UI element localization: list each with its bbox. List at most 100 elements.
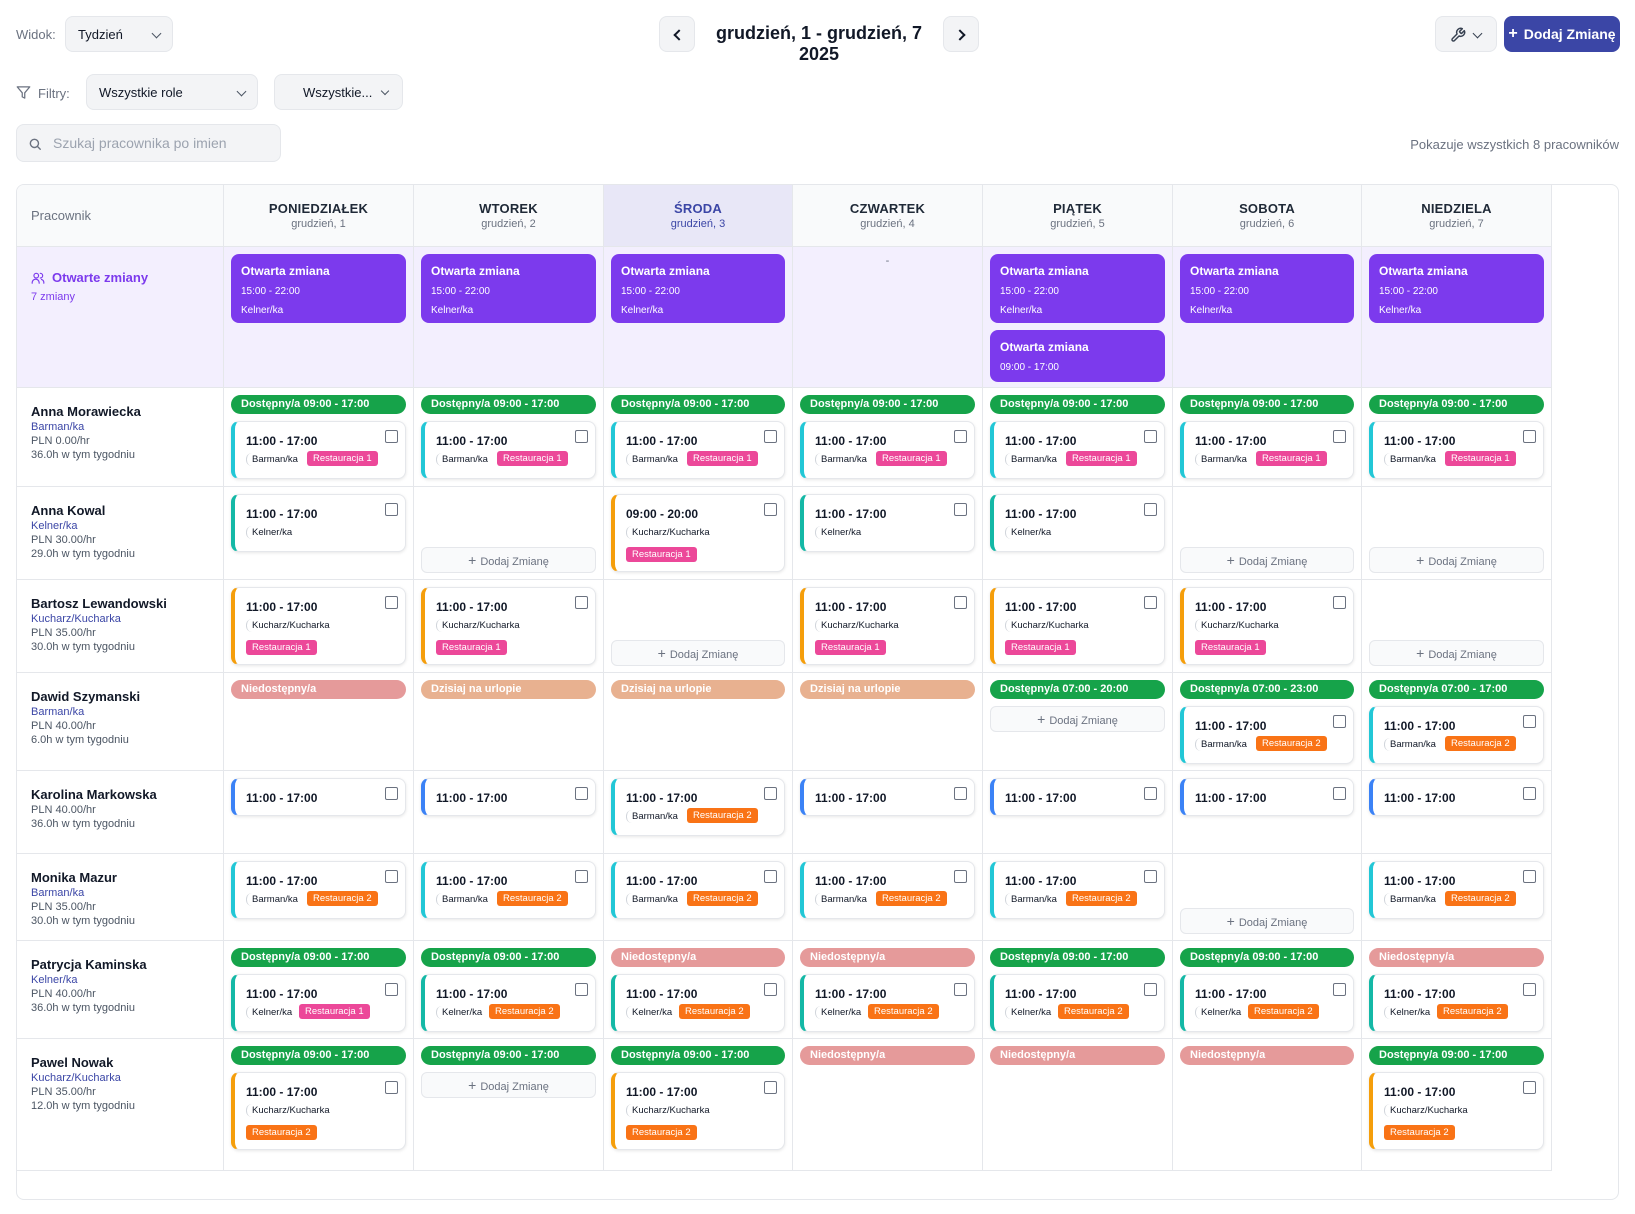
shift-select-checkbox[interactable] bbox=[954, 596, 967, 609]
shift-select-checkbox[interactable] bbox=[575, 787, 588, 800]
add-shift-cell-button[interactable]: + Dodaj Zmianę bbox=[1369, 640, 1544, 666]
shift-select-checkbox[interactable] bbox=[575, 430, 588, 443]
shift-select-checkbox[interactable] bbox=[385, 870, 398, 883]
shift-select-checkbox[interactable] bbox=[954, 503, 967, 516]
open-shift-card[interactable]: Otwarta zmiana 15:00 - 22:00 Kelner/ka bbox=[990, 254, 1165, 323]
add-shift-cell-button[interactable]: + Dodaj Zmianę bbox=[421, 1072, 596, 1098]
shift-select-checkbox[interactable] bbox=[1333, 787, 1346, 800]
open-shifts-label[interactable]: Otwarte zmiany bbox=[31, 270, 148, 285]
shift-select-checkbox[interactable] bbox=[575, 870, 588, 883]
shift-card[interactable]: 11:00 - 17:00 Barman/ka Restauracja 2 bbox=[800, 861, 975, 919]
shift-card[interactable]: 11:00 - 17:00 bbox=[990, 778, 1165, 816]
shift-select-checkbox[interactable] bbox=[1523, 983, 1536, 996]
shift-select-checkbox[interactable] bbox=[764, 870, 777, 883]
shift-select-checkbox[interactable] bbox=[1523, 870, 1536, 883]
shift-card[interactable]: 11:00 - 17:00 bbox=[1369, 778, 1544, 816]
shift-card[interactable]: 11:00 - 17:00 Kelner/ka Restauracja 2 bbox=[1180, 974, 1354, 1032]
shift-card[interactable]: 11:00 - 17:00 Barman/ka Restauracja 1 bbox=[1180, 421, 1354, 479]
shift-card[interactable]: 09:00 - 20:00 Kucharz/Kucharka Restauracja… bbox=[611, 494, 785, 572]
shift-select-checkbox[interactable] bbox=[1144, 430, 1157, 443]
open-shift-card[interactable]: Otwarta zmiana 15:00 - 22:00 Kelner/ka bbox=[1180, 254, 1354, 323]
view-select[interactable]: Tydzień bbox=[65, 16, 173, 52]
shift-select-checkbox[interactable] bbox=[764, 1081, 777, 1094]
shift-card[interactable]: 11:00 - 17:00 Barman/ka Restauracja 2 bbox=[990, 861, 1165, 919]
employee-name[interactable]: Dawid Szymanski bbox=[31, 689, 140, 704]
shift-card[interactable]: 11:00 - 17:00 Barman/ka Restauracja 2 bbox=[1180, 706, 1354, 764]
shift-select-checkbox[interactable] bbox=[1523, 1081, 1536, 1094]
shift-select-checkbox[interactable] bbox=[954, 430, 967, 443]
open-shift-card[interactable]: Otwarta zmiana 15:00 - 22:00 Kelner/ka bbox=[611, 254, 785, 323]
employee-name[interactable]: Bartosz Lewandowski bbox=[31, 596, 167, 611]
employee-name[interactable]: Patrycja Kaminska bbox=[31, 957, 147, 972]
shift-card[interactable]: 11:00 - 17:00 Kelner/ka Restauracja 2 bbox=[800, 974, 975, 1032]
shift-select-checkbox[interactable] bbox=[1333, 715, 1346, 728]
employee-name[interactable]: Anna Kowal bbox=[31, 503, 105, 518]
shift-select-checkbox[interactable] bbox=[1333, 983, 1346, 996]
shift-card[interactable]: 11:00 - 17:00 Barman/ka Restauracja 1 bbox=[990, 421, 1165, 479]
employee-name[interactable]: Anna Morawiecka bbox=[31, 404, 141, 419]
shift-select-checkbox[interactable] bbox=[385, 983, 398, 996]
shift-card[interactable]: 11:00 - 17:00 bbox=[421, 778, 596, 816]
shift-card[interactable]: 11:00 - 17:00 Kucharz/Kucharka Restauracja… bbox=[990, 587, 1165, 665]
add-shift-cell-button[interactable]: + Dodaj Zmianę bbox=[1180, 908, 1354, 934]
shift-select-checkbox[interactable] bbox=[954, 787, 967, 800]
shift-select-checkbox[interactable] bbox=[1144, 787, 1157, 800]
shift-select-checkbox[interactable] bbox=[1144, 870, 1157, 883]
location-filter-select[interactable]: Wszystkie... bbox=[274, 74, 403, 110]
shift-select-checkbox[interactable] bbox=[1333, 596, 1346, 609]
open-shift-card[interactable]: Otwarta zmiana 09:00 - 17:00 bbox=[990, 330, 1165, 382]
shift-select-checkbox[interactable] bbox=[764, 787, 777, 800]
shift-card[interactable]: 11:00 - 17:00 Barman/ka Restauracja 2 bbox=[421, 861, 596, 919]
shift-card[interactable]: 11:00 - 17:00 bbox=[800, 778, 975, 816]
shift-select-checkbox[interactable] bbox=[385, 1081, 398, 1094]
shift-card[interactable]: 11:00 - 17:00 Barman/ka Restauracja 2 bbox=[1369, 706, 1544, 764]
tools-dropdown-button[interactable] bbox=[1435, 16, 1497, 52]
shift-card[interactable]: 11:00 - 17:00 Barman/ka Restauracja 1 bbox=[1369, 421, 1544, 479]
open-shift-card[interactable]: Otwarta zmiana 15:00 - 22:00 Kelner/ka bbox=[231, 254, 406, 323]
add-shift-cell-button[interactable]: + Dodaj Zmianę bbox=[990, 706, 1165, 732]
shift-card[interactable]: 11:00 - 17:00 Kelner/ka bbox=[800, 494, 975, 552]
shift-card[interactable]: 11:00 - 17:00 Kucharz/Kucharka Restauracja… bbox=[231, 587, 406, 665]
shift-select-checkbox[interactable] bbox=[385, 430, 398, 443]
shift-card[interactable]: 11:00 - 17:00 Barman/ka Restauracja 2 bbox=[1369, 861, 1544, 919]
shift-select-checkbox[interactable] bbox=[764, 430, 777, 443]
shift-card[interactable]: 11:00 - 17:00 Kelner/ka Restauracja 2 bbox=[611, 974, 785, 1032]
prev-week-button[interactable] bbox=[659, 16, 695, 52]
shift-card[interactable]: 11:00 - 17:00 bbox=[231, 778, 406, 816]
search-input[interactable] bbox=[53, 125, 278, 161]
employee-name[interactable]: Karolina Markowska bbox=[31, 787, 157, 802]
add-shift-cell-button[interactable]: + Dodaj Zmianę bbox=[1180, 547, 1354, 573]
employee-name[interactable]: Monika Mazur bbox=[31, 870, 117, 885]
shift-select-checkbox[interactable] bbox=[1144, 503, 1157, 516]
employee-name[interactable]: Pawel Nowak bbox=[31, 1055, 113, 1070]
shift-card[interactable]: 11:00 - 17:00 Kucharz/Kucharka Restauracja… bbox=[611, 1072, 785, 1150]
role-filter-select[interactable]: Wszystkie role bbox=[86, 74, 258, 110]
shift-card[interactable]: 11:00 - 17:00 Kelner/ka bbox=[231, 494, 406, 552]
shift-card[interactable]: 11:00 - 17:00 Kucharz/Kucharka Restauracja… bbox=[1369, 1072, 1544, 1150]
shift-card[interactable]: 11:00 - 17:00 Barman/ka Restauracja 2 bbox=[611, 861, 785, 919]
shift-select-checkbox[interactable] bbox=[385, 503, 398, 516]
add-shift-button[interactable]: + Dodaj Zmianę bbox=[1504, 16, 1620, 52]
shift-card[interactable]: 11:00 - 17:00 Kucharz/Kucharka Restauracja… bbox=[231, 1072, 406, 1150]
add-shift-cell-button[interactable]: + Dodaj Zmianę bbox=[421, 547, 596, 573]
shift-card[interactable]: 11:00 - 17:00 Barman/ka Restauracja 2 bbox=[231, 861, 406, 919]
shift-select-checkbox[interactable] bbox=[954, 983, 967, 996]
shift-select-checkbox[interactable] bbox=[1523, 715, 1536, 728]
shift-card[interactable]: 11:00 - 17:00 Kelner/ka Restauracja 2 bbox=[990, 974, 1165, 1032]
shift-select-checkbox[interactable] bbox=[954, 870, 967, 883]
shift-card[interactable]: 11:00 - 17:00 bbox=[1180, 778, 1354, 816]
shift-select-checkbox[interactable] bbox=[1523, 430, 1536, 443]
shift-select-checkbox[interactable] bbox=[764, 983, 777, 996]
shift-select-checkbox[interactable] bbox=[385, 787, 398, 800]
shift-select-checkbox[interactable] bbox=[1523, 787, 1536, 800]
shift-select-checkbox[interactable] bbox=[1144, 983, 1157, 996]
shift-card[interactable]: 11:00 - 17:00 Barman/ka Restauracja 1 bbox=[231, 421, 406, 479]
next-week-button[interactable] bbox=[943, 16, 979, 52]
shift-select-checkbox[interactable] bbox=[764, 503, 777, 516]
shift-card[interactable]: 11:00 - 17:00 Kucharz/Kucharka Restauracja… bbox=[1180, 587, 1354, 665]
shift-card[interactable]: 11:00 - 17:00 Kucharz/Kucharka Restauracja… bbox=[421, 587, 596, 665]
shift-card[interactable]: 11:00 - 17:00 Kucharz/Kucharka Restauracja… bbox=[800, 587, 975, 665]
shift-select-checkbox[interactable] bbox=[575, 983, 588, 996]
shift-select-checkbox[interactable] bbox=[1333, 430, 1346, 443]
shift-card[interactable]: 11:00 - 17:00 Kelner/ka Restauracja 1 bbox=[231, 974, 406, 1032]
